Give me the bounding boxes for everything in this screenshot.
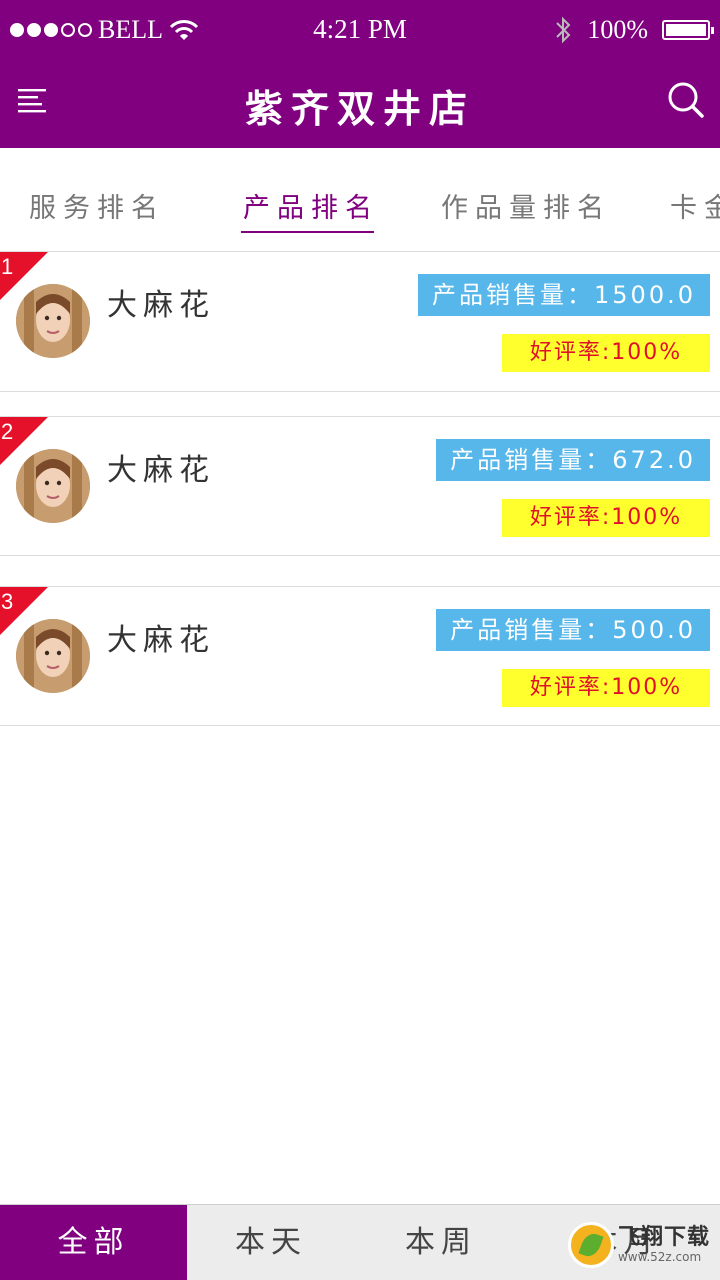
signal-strength-icon: [10, 23, 92, 37]
rank-number: 1: [1, 254, 14, 279]
status-bar-left: BELL: [10, 14, 199, 46]
sales-badge: 产品销售量：672.0: [436, 439, 710, 481]
rating-badge: 好评率:100%: [502, 499, 710, 537]
page-title: 紫齐双井店: [244, 87, 475, 131]
rating-badge: 好评率:100%: [502, 334, 710, 372]
watermark-url: www.52z.com: [617, 1250, 702, 1264]
wifi-icon: [169, 20, 199, 40]
sales-badge: 产品销售量：500.0: [436, 609, 710, 651]
watermark-title: 飞翔下载: [617, 1225, 710, 1250]
watermark: 飞翔下载 www.52z.com: [567, 1222, 710, 1268]
bluetooth-icon: [556, 16, 571, 44]
battery-percent: 100%: [587, 15, 648, 44]
carrier-name: BELL: [98, 15, 163, 44]
rank-number: 2: [1, 419, 14, 444]
filter-week-button[interactable]: 本周: [355, 1205, 527, 1280]
avatar: [16, 284, 90, 358]
ranking-row[interactable]: 1 大麻花 产品销售量：1500.0 好评率:100%: [0, 252, 720, 392]
watermark-text: 飞翔下载 www.52z.com: [617, 1225, 710, 1264]
rank-number: 3: [1, 589, 14, 614]
avatar: [16, 449, 90, 523]
stylist-name: 大麻花: [107, 288, 215, 323]
search-icon[interactable]: [666, 80, 706, 120]
tab-service-ranking[interactable]: 服务排名: [29, 186, 165, 225]
status-bar-right: 100%: [553, 14, 714, 46]
tab-works-ranking[interactable]: 作品量排名: [441, 186, 611, 225]
tab-product-ranking[interactable]: 产品排名: [243, 186, 379, 225]
filter-today-button[interactable]: 本天: [187, 1205, 355, 1280]
battery-icon: [662, 20, 714, 40]
app-header: BELL 4:21 PM 100% 紫齐双井店: [0, 0, 720, 148]
active-tab-indicator: [241, 231, 374, 233]
status-bar: BELL 4:21 PM 100%: [0, 0, 720, 60]
stylist-name: 大麻花: [107, 623, 215, 658]
rating-badge: 好评率:100%: [502, 669, 710, 707]
avatar: [16, 619, 90, 693]
filter-all-button[interactable]: 全部: [0, 1205, 187, 1280]
watermark-logo-icon: [567, 1222, 614, 1268]
tab-card-ranking[interactable]: 卡金: [670, 186, 720, 225]
ranking-tabs: 服务排名 产品排名 作品量排名 卡金: [0, 148, 720, 252]
sales-badge: 产品销售量：1500.0: [418, 274, 710, 316]
ranking-row[interactable]: 2 大麻花 产品销售量：672.0 好评率:100%: [0, 416, 720, 556]
nav-bar: 紫齐双井店: [0, 60, 720, 148]
stylist-name: 大麻花: [107, 453, 215, 488]
ranking-row[interactable]: 3 大麻花 产品销售量：500.0 好评率:100%: [0, 586, 720, 726]
